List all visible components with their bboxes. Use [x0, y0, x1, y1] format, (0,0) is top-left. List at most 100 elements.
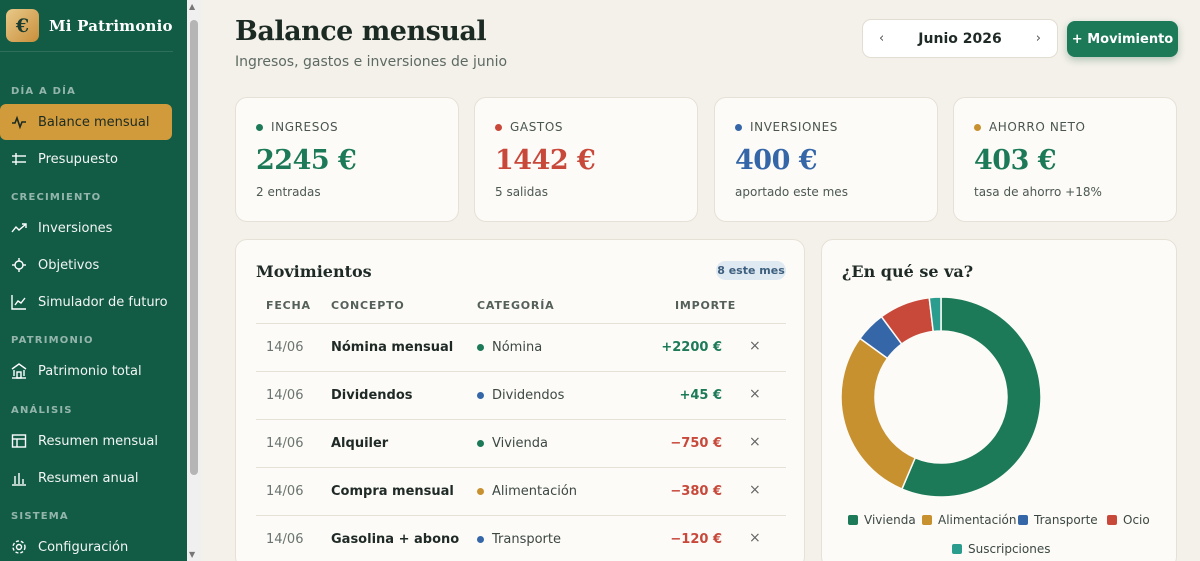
sidebar-item-patrimonio-total[interactable]: Patrimonio total: [0, 353, 172, 389]
row-concept: Compra mensual: [331, 484, 454, 499]
kpi-value: 1442 €: [495, 145, 596, 176]
add-movement-button[interactable]: + Movimiento: [1067, 21, 1178, 57]
target-icon: [12, 258, 26, 272]
section-analisis: ANÁLISIS: [11, 405, 73, 416]
brand-name: Mi Patrimonio: [49, 16, 173, 35]
delete-icon[interactable]: ×: [749, 530, 761, 546]
row-category: Vivienda: [477, 436, 548, 451]
sidebar-item-simulador[interactable]: Simulador de futuro: [0, 284, 172, 320]
chevron-left-icon[interactable]: ‹: [879, 31, 884, 46]
sidebar-item-balance-mensual[interactable]: Balance mensual: [0, 104, 172, 140]
row-date: 14/06: [266, 388, 304, 403]
row-concept: Dividendos: [331, 388, 413, 403]
kpi-value: 2245 €: [256, 145, 357, 176]
section-crecimiento: CRECIMIENTO: [11, 192, 102, 203]
row-concept: Alquiler: [331, 436, 389, 451]
sidebar-item-presupuesto[interactable]: Presupuesto: [0, 141, 172, 177]
row-amount: +45 €: [679, 388, 722, 403]
sidebar: € Mi Patrimonio DÍA A DÍA Balance mensua…: [0, 0, 187, 561]
pie-slice-alimentación[interactable]: [840, 337, 917, 491]
scroll-up-icon[interactable]: ▲: [189, 2, 195, 11]
bar-chart-icon: [12, 473, 26, 486]
row-category: Alimentación: [477, 484, 577, 499]
kpi-label: AHORRO NETO: [989, 120, 1086, 134]
row-date: 14/06: [266, 532, 304, 547]
table-row[interactable]: 14/06 Alquiler Vivienda −750 € ×: [256, 419, 786, 467]
section-sistema: SISTEMA: [11, 511, 69, 522]
legend-swatch: [1018, 515, 1028, 525]
row-amount: −380 €: [670, 484, 722, 499]
sidebar-item-inversiones[interactable]: Inversiones: [0, 210, 172, 246]
sidebar-item-resumen-mensual[interactable]: Resumen mensual: [0, 423, 172, 459]
line-chart-icon: [11, 295, 26, 310]
category-dot: [477, 440, 484, 447]
page-subtitle: Ingresos, gastos e inversiones de junio: [235, 54, 508, 70]
delete-icon[interactable]: ×: [749, 338, 761, 354]
category-dot: [477, 488, 484, 495]
kpi-card-inversiones: INVERSIONES 400 € aportado este mes: [714, 97, 938, 222]
kpi-sub: 5 salidas: [495, 185, 548, 199]
sidebar-scrollbar[interactable]: ▲ ▼: [187, 0, 201, 561]
legend-label: Ocio: [1123, 513, 1150, 527]
sidebar-item-objetivos[interactable]: Objetivos: [0, 247, 172, 283]
kpi-card-gastos: GASTOS 1442 € 5 salidas: [474, 97, 698, 222]
delete-icon[interactable]: ×: [749, 386, 761, 402]
page-title: Balance mensual: [235, 16, 487, 47]
table-row[interactable]: 14/06 Gasolina + abono Transporte −120 € ×: [256, 515, 786, 561]
chevron-right-icon[interactable]: ›: [1036, 31, 1041, 46]
kpi-label: INGRESOS: [271, 120, 339, 134]
status-dot: [974, 123, 981, 131]
category-dot: [477, 344, 484, 351]
table-icon: [11, 434, 27, 448]
pulse-icon: [12, 115, 26, 130]
delete-icon[interactable]: ×: [749, 434, 761, 450]
row-category: Dividendos: [477, 388, 564, 403]
sidebar-item-label: Inversiones: [38, 220, 113, 236]
spending-chart-card: ¿En qué se va? Vivienda Alimentación Trans…: [821, 239, 1177, 561]
brand[interactable]: € Mi Patrimonio: [0, 0, 173, 52]
table-row[interactable]: 14/06 Dividendos Dividendos +45 € ×: [256, 371, 786, 419]
row-date: 14/06: [266, 340, 304, 355]
kpi-value: 400 €: [735, 145, 818, 176]
trend-icon: [11, 223, 27, 233]
row-date: 14/06: [266, 484, 304, 499]
sidebar-item-configuracion[interactable]: Configuración: [0, 529, 172, 561]
column-header-categoria[interactable]: CATEGORÍA: [477, 299, 554, 312]
legend-label: Suscripciones: [968, 542, 1051, 556]
legend-item-suscripciones[interactable]: Suscripciones: [952, 542, 1050, 556]
delete-icon[interactable]: ×: [749, 482, 761, 498]
row-category-label: Transporte: [492, 532, 561, 547]
legend-item-transporte[interactable]: Transporte: [1018, 513, 1098, 527]
sidebar-item-label: Configuración: [38, 539, 129, 555]
euro-logo-icon: €: [6, 9, 39, 42]
row-date: 14/06: [266, 436, 304, 451]
kpi-sub: tasa de ahorro +18%: [974, 185, 1102, 199]
scrollbar-thumb[interactable]: [190, 20, 198, 475]
legend-label: Transporte: [1034, 513, 1098, 527]
row-category-label: Vivienda: [492, 436, 548, 451]
kpi-value: 403 €: [974, 145, 1057, 176]
legend-label: Alimentación: [938, 513, 1017, 527]
column-header-concepto[interactable]: CONCEPTO: [331, 299, 405, 312]
legend-item-alimentación[interactable]: Alimentación: [922, 513, 1017, 527]
sidebar-item-label: Balance mensual: [38, 114, 150, 130]
scroll-down-icon[interactable]: ▼: [189, 550, 195, 559]
sidebar-item-label: Objetivos: [38, 257, 100, 273]
column-header-importe[interactable]: IMPORTE: [675, 299, 736, 312]
sidebar-item-resumen-anual[interactable]: Resumen anual: [0, 460, 172, 496]
month-selector: ‹ Junio 2026 ›: [862, 19, 1058, 58]
table-row[interactable]: 14/06 Nómina mensual Nómina +2200 € ×: [256, 323, 786, 371]
sliders-icon: [12, 153, 26, 165]
kpi-label: GASTOS: [510, 120, 564, 134]
row-concept: Gasolina + abono: [331, 532, 460, 547]
legend-item-ocio[interactable]: Ocio: [1107, 513, 1150, 527]
sidebar-item-label: Presupuesto: [38, 151, 118, 167]
gear-icon: [12, 540, 26, 554]
row-category: Transporte: [477, 532, 561, 547]
column-header-fecha[interactable]: FECHA: [266, 299, 311, 312]
legend-item-vivienda[interactable]: Vivienda: [848, 513, 916, 527]
table-row[interactable]: 14/06 Compra mensual Alimentación −380 € ×: [256, 467, 786, 515]
sidebar-item-label: Simulador de futuro: [38, 294, 168, 310]
row-category-label: Alimentación: [492, 484, 578, 499]
row-category-label: Dividendos: [492, 388, 565, 403]
